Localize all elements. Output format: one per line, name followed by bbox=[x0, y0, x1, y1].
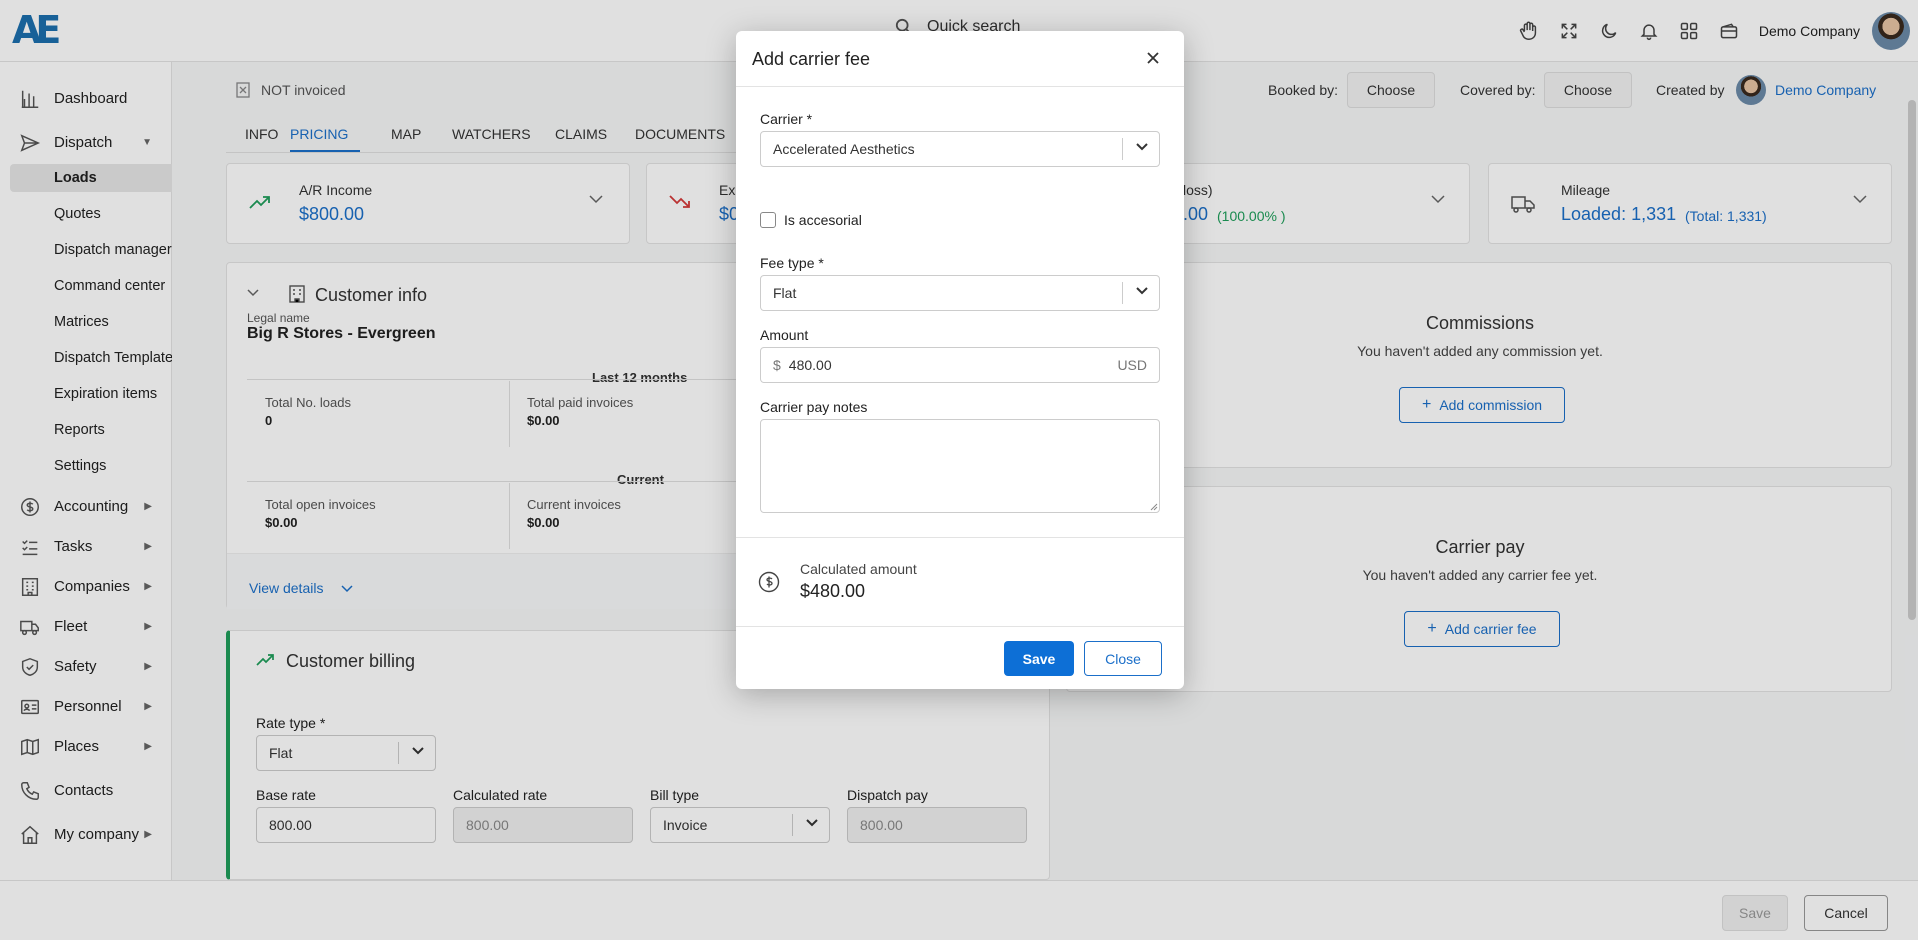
amount-input[interactable]: $ 480.00 USD bbox=[760, 347, 1160, 383]
currency-code: USD bbox=[1117, 357, 1147, 373]
fee-type-select[interactable]: Flat bbox=[760, 275, 1160, 311]
carrier-value: Accelerated Aesthetics bbox=[773, 141, 915, 157]
chevron-down-icon bbox=[1136, 287, 1148, 295]
modal-header-divider bbox=[736, 86, 1184, 87]
amount-label: Amount bbox=[760, 327, 809, 343]
close-icon[interactable] bbox=[1146, 51, 1160, 65]
carrier-label: Carrier * bbox=[760, 111, 813, 127]
dollar-circle-icon bbox=[758, 571, 780, 593]
chevron-down-icon bbox=[1136, 143, 1148, 151]
currency-symbol: $ bbox=[773, 357, 781, 373]
amount-value: 480.00 bbox=[788, 357, 832, 373]
add-carrier-fee-modal: Add carrier fee Carrier * Accelerated Ae… bbox=[736, 31, 1184, 689]
calculated-amount-label: Calculated amount bbox=[800, 561, 917, 577]
modal-divider bbox=[736, 537, 1184, 538]
select-divider bbox=[1122, 282, 1123, 304]
carrier-pay-notes-textarea[interactable] bbox=[760, 419, 1160, 513]
calculated-amount-value: $480.00 bbox=[800, 581, 866, 601]
close-button[interactable]: Close bbox=[1084, 641, 1162, 676]
fee-type-label: Fee type * bbox=[760, 255, 824, 271]
select-divider bbox=[1122, 138, 1123, 160]
save-button[interactable]: Save bbox=[1004, 641, 1074, 676]
modal-title: Add carrier fee bbox=[752, 49, 871, 69]
accessorial-checkbox[interactable] bbox=[760, 212, 776, 228]
carrier-pay-notes-label: Carrier pay notes bbox=[760, 399, 868, 415]
resize-handle-icon[interactable] bbox=[1148, 501, 1158, 511]
accessorial-label[interactable]: Is accesorial bbox=[784, 212, 862, 228]
carrier-select[interactable]: Accelerated Aesthetics bbox=[760, 131, 1160, 167]
modal-footer-divider bbox=[736, 626, 1184, 627]
fee-type-value: Flat bbox=[773, 285, 797, 301]
